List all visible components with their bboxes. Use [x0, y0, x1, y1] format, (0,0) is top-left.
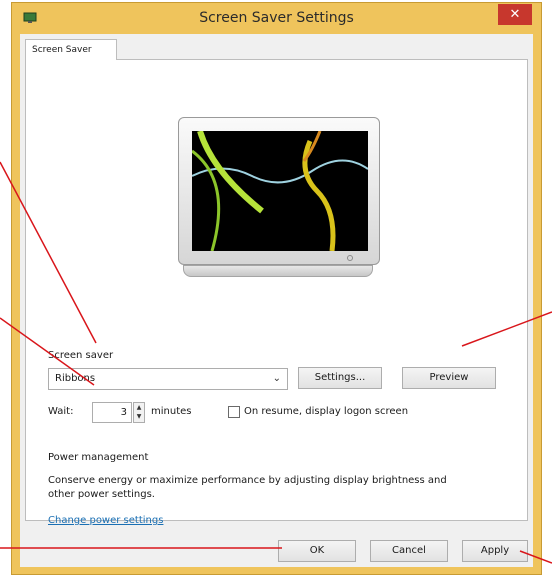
on-resume-checkbox[interactable]: [228, 406, 240, 418]
window-title: Screen Saver Settings: [199, 10, 354, 26]
screen-saver-dropdown[interactable]: Ribbons ⌄: [48, 368, 288, 390]
screen-saver-group-label: Screen saver: [48, 350, 114, 361]
dialog-client-area: Screen Saver Screen saver Ribbons ⌄ Sett…: [20, 34, 533, 567]
chevron-down-icon: ⌄: [272, 373, 281, 384]
change-power-settings-link[interactable]: Change power settings: [48, 515, 163, 526]
apply-button[interactable]: Apply: [462, 540, 528, 562]
ok-button[interactable]: OK: [278, 540, 356, 562]
close-button[interactable]: ✕: [498, 4, 532, 25]
screen-saver-selected: Ribbons: [55, 373, 96, 384]
monitor-stand: [183, 265, 373, 277]
title-bar[interactable]: Screen Saver Settings ✕: [12, 3, 541, 33]
minutes-label: minutes: [151, 406, 192, 417]
spin-down-icon[interactable]: ▼: [134, 412, 144, 421]
on-resume-label[interactable]: On resume, display logon screen: [244, 406, 408, 417]
cancel-button[interactable]: Cancel: [370, 540, 448, 562]
close-icon: ✕: [509, 7, 521, 22]
monitor-power-icon: [347, 255, 353, 261]
power-management-description: Conserve energy or maximize performance …: [48, 475, 447, 500]
wait-minutes-input[interactable]: 3: [92, 402, 132, 423]
preview-screen: [191, 130, 369, 252]
screen-saver-settings-window: Screen Saver Settings ✕ Screen Saver Scr…: [11, 2, 542, 575]
screen-saver-tab-panel: Screen saver Ribbons ⌄ Settings... Previ…: [25, 59, 528, 526]
wait-minutes-spinner[interactable]: ▲ ▼: [133, 402, 145, 423]
wait-label: Wait:: [48, 406, 74, 417]
settings-button[interactable]: Settings...: [298, 367, 382, 389]
tab-screen-saver[interactable]: Screen Saver: [25, 39, 117, 60]
spin-up-icon[interactable]: ▲: [134, 403, 144, 412]
preview-button[interactable]: Preview: [402, 367, 496, 389]
preview-monitor: [178, 117, 380, 265]
power-management-heading: Power management: [48, 452, 149, 463]
ribbons-preview-graphic: [191, 130, 369, 252]
